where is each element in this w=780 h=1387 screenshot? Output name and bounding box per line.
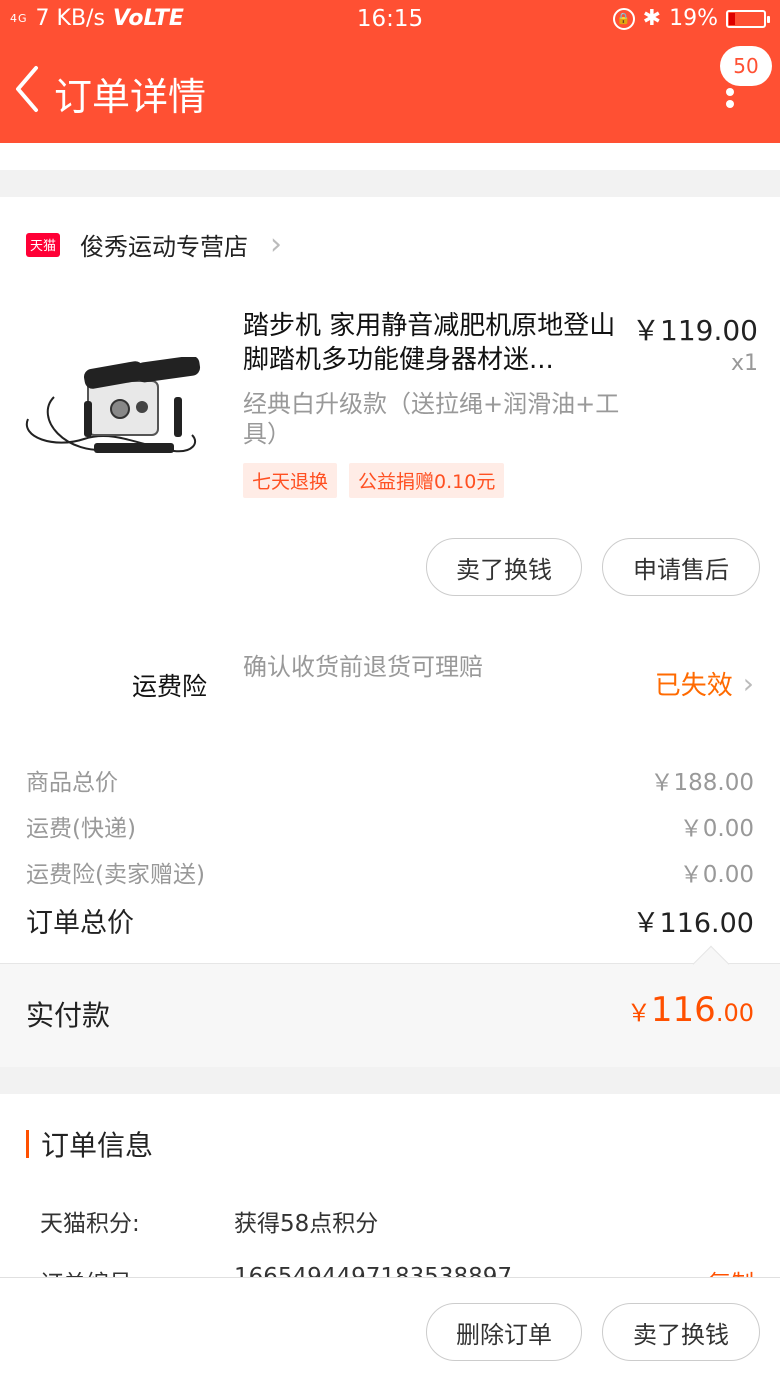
battery-icon (726, 9, 770, 28)
order-card: 天猫 俊秀运动专营店 › 踏步机 家用静音减肥机原地登山脚踏机多功能健身器材迷.… (0, 197, 780, 1067)
bottom-sell-button[interactable]: 卖了换钱 (602, 1303, 760, 1361)
top-strip (0, 143, 780, 170)
points-value: 获得58点积分 (234, 1211, 379, 1237)
product-image[interactable] (24, 357, 204, 487)
back-button[interactable] (12, 64, 52, 120)
shipping-insurance-desc: 确认收货前退货可理赔 (243, 653, 483, 681)
chevron-right-icon: › (742, 666, 754, 700)
product-price: ￥119.00 (632, 314, 758, 347)
message-count-badge: 50 (720, 46, 772, 86)
product-title[interactable]: 踏步机 家用静音减肥机原地登山脚踏机多功能健身器材迷... (243, 309, 623, 377)
currency-symbol: ￥ (626, 999, 651, 1027)
back-arrow-icon (16, 66, 38, 112)
fee-label: 运费险(卖家赠送) (26, 862, 205, 888)
actual-payment-amount: ￥116.00 (627, 990, 754, 1030)
fee-value: ￥0.00 (679, 816, 754, 842)
order-total-label: 订单总价 (26, 908, 134, 939)
delete-order-button[interactable]: 删除订单 (426, 1303, 582, 1361)
fee-row-insurance: 运费险(卖家赠送) ￥0.00 (26, 855, 754, 889)
battery-level (729, 12, 735, 25)
product-sku: 经典白升级款（送拉绳+润滑油+工具） (243, 390, 620, 448)
amount-integer: 116 (650, 990, 716, 1030)
fee-label: 商品总价 (26, 770, 118, 796)
rotation-lock-icon: 🔒 (612, 7, 635, 30)
more-menu-button[interactable] (720, 84, 740, 144)
more-icon (726, 88, 734, 96)
product-tags: 七天退换 公益捐赠0.10元 (243, 463, 505, 498)
order-info-title: 订单信息 (26, 1124, 153, 1164)
fee-label: 运费(快递) (26, 816, 136, 842)
more-icon-dot (726, 100, 734, 108)
status-bar: 4G 7 KB/s VoLTE 16:15 🔒 ✱ 19% (0, 0, 780, 40)
amount-decimal: .00 (715, 999, 754, 1027)
product-quantity: x1 (730, 351, 758, 376)
top-bar: 4G 7 KB/s VoLTE 16:15 🔒 ✱ 19% 订单详情 50 (0, 0, 780, 143)
bottom-action-bar: 删除订单 卖了换钱 (0, 1277, 780, 1387)
section-accent-bar (26, 1130, 29, 1158)
insurance-status-text: 已失效 (654, 671, 733, 701)
bluetooth-icon: ✱ (642, 6, 662, 31)
shipping-insurance-status[interactable]: 已失效 › (655, 665, 754, 702)
order-info-title-text: 订单信息 (41, 1129, 154, 1162)
fee-value: ￥0.00 (679, 862, 754, 888)
fee-value: ￥188.00 (650, 770, 754, 796)
sell-button[interactable]: 卖了换钱 (426, 538, 582, 596)
nav-bar: 订单详情 50 (0, 40, 780, 143)
chevron-right-icon: › (270, 226, 282, 262)
fee-row-goods: 商品总价 ￥188.00 (26, 763, 754, 797)
page-title: 订单详情 (54, 75, 207, 119)
after-sale-button[interactable]: 申请售后 (602, 538, 760, 596)
tag-seven-day-return: 七天退换 (243, 463, 338, 498)
battery-percent: 19% (669, 6, 718, 31)
actual-payment: 实付款 ￥116.00 (0, 945, 780, 1067)
store-link[interactable]: 天猫 俊秀运动专营店 › (26, 227, 282, 262)
order-total-value: ￥116.00 (632, 908, 754, 939)
tmall-logo-icon: 天猫 (26, 232, 60, 257)
store-name: 俊秀运动专营店 (80, 233, 248, 261)
points-label: 天猫积分: (40, 1211, 140, 1237)
tag-charity: 公益捐赠0.10元 (349, 463, 505, 498)
pay-pointer (692, 945, 730, 983)
fee-row-shipping: 运费(快递) ￥0.00 (26, 809, 754, 843)
shipping-insurance-label: 运费险 (132, 672, 208, 701)
order-total-row: 订单总价 ￥116.00 (26, 901, 754, 940)
actual-payment-label: 实付款 (26, 999, 111, 1032)
